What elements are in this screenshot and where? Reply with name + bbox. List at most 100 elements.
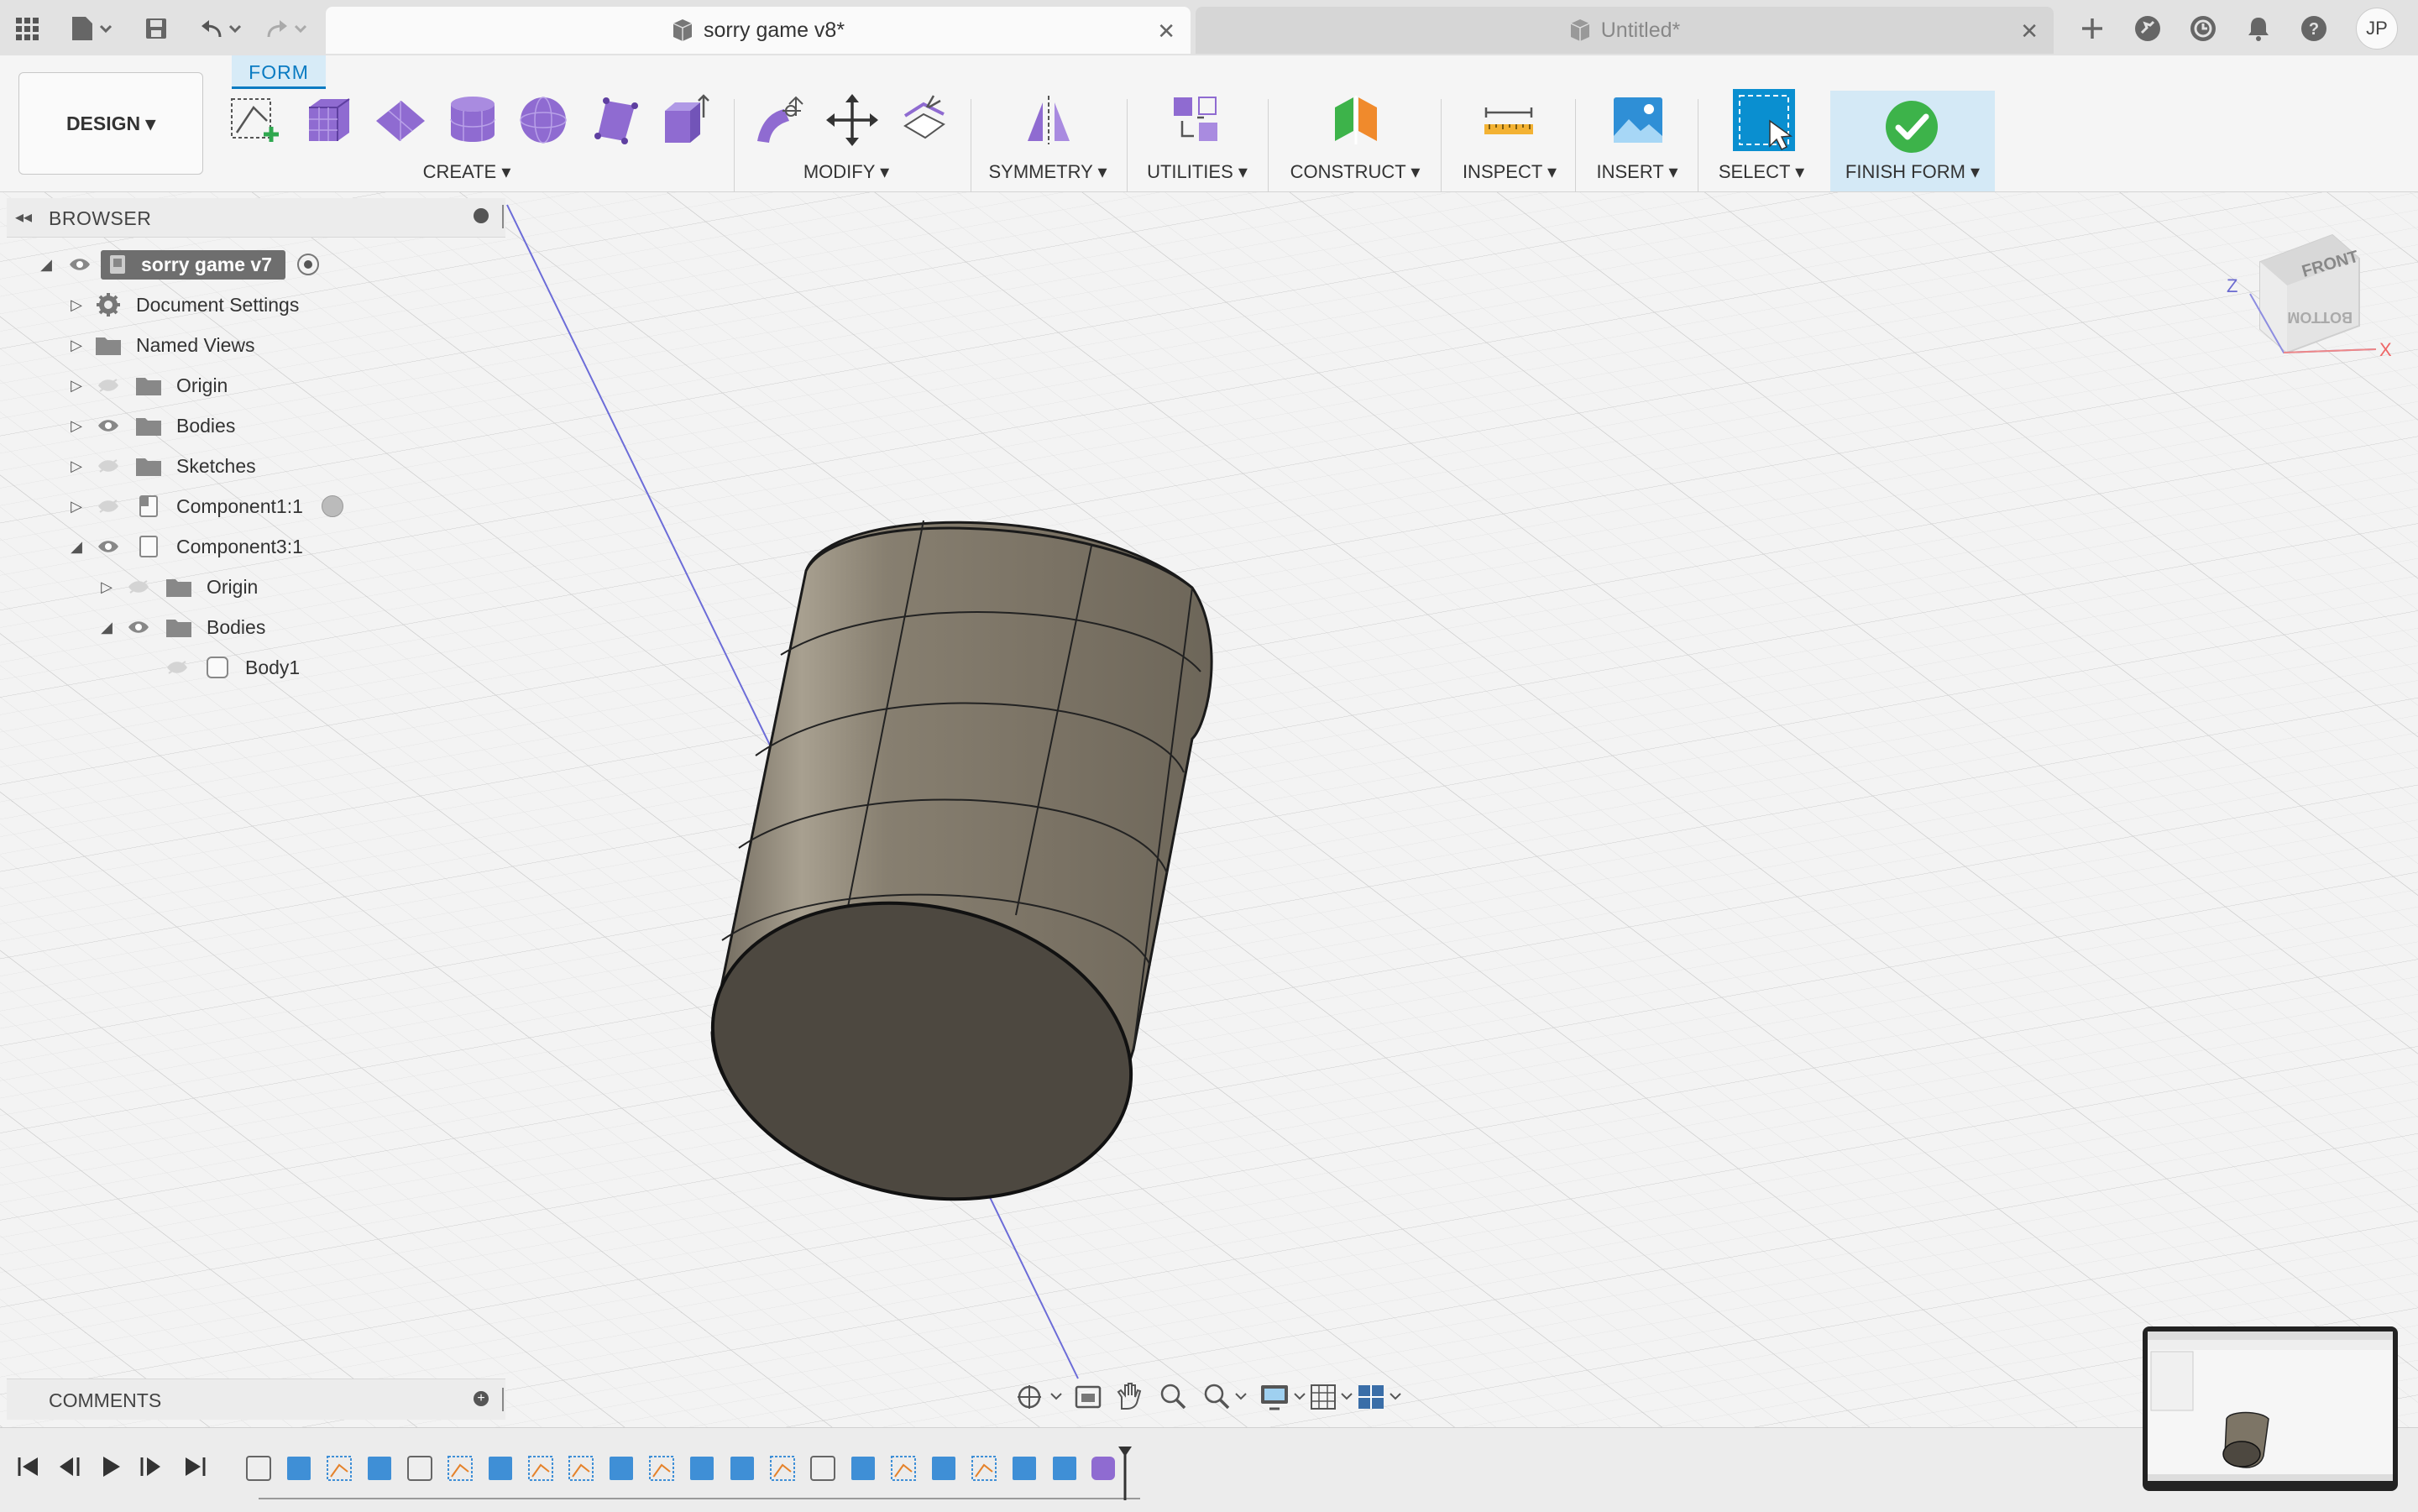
orbit-icon[interactable] <box>1018 1385 1062 1409</box>
expanded-triangle-icon[interactable]: ◢ <box>69 538 84 555</box>
panel-resize-handle[interactable] <box>502 1388 504 1411</box>
visibility-eye-icon[interactable] <box>94 416 123 436</box>
construct-plane-icon[interactable] <box>1328 92 1384 148</box>
job-status-icon[interactable] <box>2186 12 2220 45</box>
collapsed-triangle-icon[interactable]: ▷ <box>69 377 84 394</box>
sphere-icon[interactable] <box>516 92 571 148</box>
visibility-eye-icon[interactable] <box>65 254 94 275</box>
timeline-extrude-feature[interactable] <box>851 1457 875 1480</box>
timeline-sketch-feature[interactable] <box>528 1456 553 1481</box>
play-icon[interactable] <box>94 1450 128 1483</box>
plane-icon[interactable] <box>373 92 428 148</box>
tree-item-component1[interactable]: ▷ Component1:1 <box>69 487 343 526</box>
pan-hand-icon[interactable] <box>1117 1383 1142 1410</box>
tree-item-component3[interactable]: ◢ Component3:1 <box>69 527 303 566</box>
insert-menu[interactable]: INSERT ▾ <box>1596 161 1677 183</box>
timeline-form-feature[interactable] <box>1091 1457 1115 1480</box>
expanded-triangle-icon[interactable]: ◢ <box>99 619 114 636</box>
step-forward-icon[interactable] <box>134 1450 168 1483</box>
tree-item-body1[interactable]: Body1 <box>163 648 300 687</box>
timeline-sketch-feature[interactable] <box>327 1456 352 1481</box>
timeline-sketch-feature[interactable] <box>568 1456 594 1481</box>
utilities-icon[interactable] <box>1167 92 1222 148</box>
timeline-body-feature[interactable] <box>246 1456 271 1481</box>
comments-panel[interactable]: COMMENTS + <box>7 1379 505 1420</box>
undo-icon[interactable] <box>198 12 249 45</box>
redo-icon[interactable] <box>262 12 312 45</box>
timeline-extrude-feature[interactable] <box>1013 1457 1036 1480</box>
tab-form[interactable]: FORM <box>232 55 326 89</box>
timeline-body-feature[interactable] <box>810 1456 835 1481</box>
tree-item-sketches[interactable]: ▷ Sketches <box>69 447 256 485</box>
close-tab-icon[interactable]: ✕ <box>1157 18 1175 44</box>
create-menu[interactable]: CREATE ▾ <box>423 161 511 183</box>
inspect-menu[interactable]: INSPECT ▾ <box>1463 161 1557 183</box>
visibility-eye-icon[interactable] <box>94 536 123 557</box>
hidden-eye-icon[interactable] <box>163 657 191 678</box>
timeline-extrude-feature[interactable] <box>368 1457 391 1480</box>
create-sketch-icon[interactable] <box>227 92 282 148</box>
collapsed-triangle-icon[interactable]: ▷ <box>69 458 84 474</box>
panel-resize-handle[interactable] <box>502 205 504 228</box>
close-tab-icon[interactable]: ✕ <box>2020 18 2039 44</box>
browser-options-icon[interactable] <box>474 208 489 223</box>
measure-icon[interactable] <box>1481 92 1536 148</box>
insert-image-icon[interactable] <box>1610 92 1666 148</box>
viewports-icon[interactable] <box>1358 1385 1401 1409</box>
symmetry-icon[interactable] <box>1021 92 1076 148</box>
timeline-body-feature[interactable] <box>407 1456 432 1481</box>
select-icon[interactable] <box>1733 89 1795 151</box>
utilities-menu[interactable]: UTILITIES ▾ <box>1147 161 1248 183</box>
visibility-eye-icon[interactable] <box>124 617 153 637</box>
grid-settings-icon[interactable] <box>1311 1384 1353 1410</box>
step-back-icon[interactable] <box>52 1450 86 1483</box>
collapsed-triangle-icon[interactable]: ▷ <box>69 498 84 515</box>
finish-form-menu[interactable]: FINISH FORM ▾ <box>1845 161 1980 183</box>
insert-edge-icon[interactable] <box>897 92 952 148</box>
user-avatar[interactable]: JP <box>2356 8 2398 50</box>
face-icon[interactable] <box>589 92 645 148</box>
timeline-marker[interactable] <box>1118 1447 1132 1500</box>
timeline-sketch-feature[interactable] <box>649 1456 674 1481</box>
collapsed-triangle-icon[interactable]: ▷ <box>69 417 84 434</box>
timeline-sketch-feature[interactable] <box>891 1456 916 1481</box>
go-to-start-icon[interactable] <box>12 1450 45 1483</box>
activate-radio-icon[interactable] <box>321 495 343 517</box>
go-to-end-icon[interactable] <box>178 1450 212 1483</box>
help-icon[interactable]: ? <box>2297 12 2331 45</box>
construct-menu[interactable]: CONSTRUCT ▾ <box>1290 161 1421 183</box>
hidden-eye-icon[interactable] <box>94 375 123 395</box>
tree-root[interactable]: ◢ sorry game v7 <box>39 245 319 284</box>
collapsed-triangle-icon[interactable]: ▷ <box>69 296 84 313</box>
timeline-sketch-feature[interactable] <box>770 1456 795 1481</box>
tree-item-named-views[interactable]: ▷ Named Views <box>69 326 254 364</box>
look-at-icon[interactable] <box>1075 1385 1102 1409</box>
timeline-features[interactable] <box>243 1445 1150 1504</box>
timeline-extrude-feature[interactable] <box>610 1457 633 1480</box>
new-tab-icon[interactable] <box>2075 12 2109 45</box>
notifications-icon[interactable] <box>2242 12 2275 45</box>
tree-item-document-settings[interactable]: ▷ Document Settings <box>69 285 299 324</box>
move-copy-icon[interactable] <box>824 92 880 148</box>
hidden-eye-icon[interactable] <box>94 456 123 476</box>
symmetry-menu[interactable]: SYMMETRY ▾ <box>988 161 1107 183</box>
collapse-panel-icon[interactable]: ◂◂ <box>15 207 32 228</box>
collapsed-triangle-icon[interactable]: ▷ <box>99 578 114 595</box>
expanded-triangle-icon[interactable]: ◢ <box>39 256 54 273</box>
add-comment-icon[interactable]: + <box>474 1391 489 1406</box>
hidden-eye-icon[interactable] <box>124 577 153 597</box>
activate-radio-icon[interactable] <box>296 254 319 275</box>
display-settings-icon[interactable] <box>1261 1385 1306 1410</box>
timeline-extrude-feature[interactable] <box>932 1457 955 1480</box>
timeline-sketch-feature[interactable] <box>971 1456 997 1481</box>
timeline-extrude-feature[interactable] <box>287 1457 311 1480</box>
tab-sorry-game[interactable]: sorry game v8* ✕ <box>326 7 1191 54</box>
modify-menu[interactable]: MODIFY ▾ <box>803 161 889 183</box>
timeline-extrude-feature[interactable] <box>1053 1457 1076 1480</box>
workspace-switcher-button[interactable]: DESIGN ▾ <box>18 72 203 175</box>
collapsed-triangle-icon[interactable]: ▷ <box>69 337 84 353</box>
tree-item-component3-origin[interactable]: ▷ Origin <box>99 568 258 606</box>
tree-item-origin[interactable]: ▷ Origin <box>69 366 228 405</box>
app-grid-icon[interactable] <box>10 12 44 45</box>
timeline-extrude-feature[interactable] <box>730 1457 754 1480</box>
